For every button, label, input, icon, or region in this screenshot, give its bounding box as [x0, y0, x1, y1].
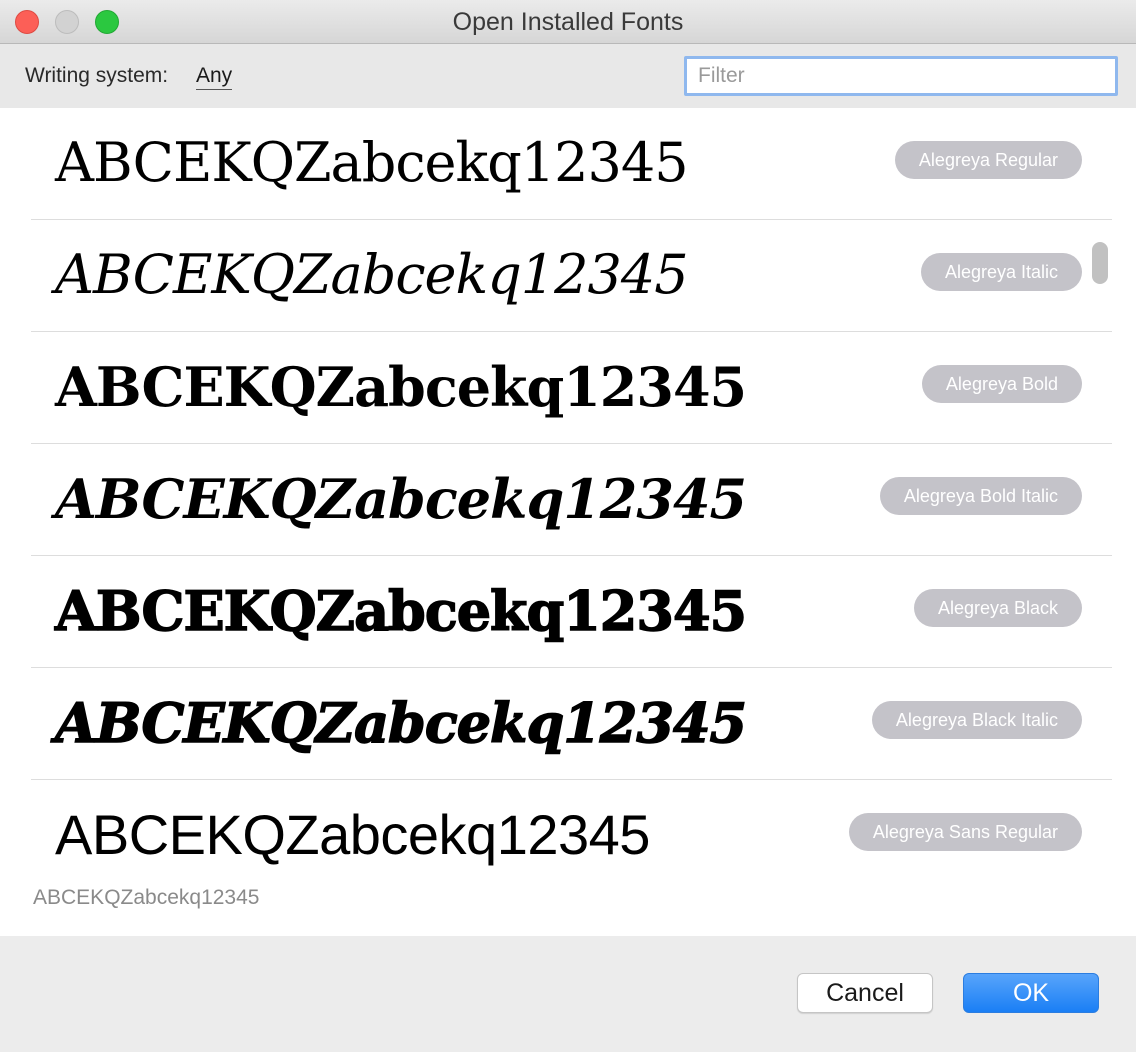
font-sample: ABCEKQZabcekq12345	[55, 803, 650, 866]
font-row[interactable]: ABCEKQZabcekq12345 Alegreya Sans Regular	[31, 780, 1112, 892]
font-row[interactable]: ABCEKQZabcekq12345 Alegreya Black	[31, 556, 1112, 668]
preview-text: ABCEKQZabcekq12345	[33, 886, 260, 909]
window-title: Open Installed Fonts	[452, 8, 684, 36]
scrollbar-thumb[interactable]	[1092, 242, 1108, 284]
open-installed-fonts-dialog: Open Installed Fonts Writing system: Any…	[0, 0, 1136, 1052]
writing-system-popup[interactable]: Any	[196, 64, 233, 90]
font-sample: ABCEKQZabcekq12345	[55, 131, 689, 194]
font-sample: ABCEKQZabcekq12345	[54, 578, 748, 644]
dialog-footer: Cancel OK	[0, 936, 1136, 1052]
font-name-badge: Alegreya Black	[913, 589, 1082, 627]
font-list[interactable]: ABCEKQZabcekq12345 Alegreya Regular ABCE…	[0, 108, 1136, 936]
toolbar: Writing system: Any	[0, 44, 1136, 108]
font-name-badge: Alegreya Black Italic	[871, 701, 1082, 739]
font-name-badge: Alegreya Bold Italic	[879, 477, 1082, 515]
title-bar: Open Installed Fonts	[0, 0, 1136, 44]
font-sample: ABCEKQZabcekq12345	[55, 355, 747, 419]
font-sample: ABCEKQZabcekq12345	[55, 243, 689, 306]
filter-input[interactable]	[684, 56, 1118, 96]
cancel-button[interactable]: Cancel	[797, 973, 933, 1013]
font-row[interactable]: ABCEKQZabcekq12345 Alegreya Black Italic	[31, 668, 1112, 780]
font-sample: ABCEKQZabcekq12345	[55, 467, 747, 531]
font-sample: ABCEKQZabcekq12345	[54, 690, 748, 756]
writing-system-label: Writing system:	[25, 64, 169, 87]
font-name-badge: Alegreya Bold	[921, 365, 1082, 403]
ok-button[interactable]: OK	[963, 973, 1099, 1013]
font-name-badge: Alegreya Regular	[894, 141, 1082, 179]
font-row[interactable]: ABCEKQZabcekq12345 Alegreya Regular	[31, 108, 1112, 220]
font-row[interactable]: ABCEKQZabcekq12345 Alegreya Italic	[31, 220, 1112, 332]
font-row[interactable]: ABCEKQZabcekq12345 Alegreya Bold	[31, 332, 1112, 444]
font-name-badge: Alegreya Italic	[920, 253, 1082, 291]
font-row[interactable]: ABCEKQZabcekq12345 Alegreya Bold Italic	[31, 444, 1112, 556]
font-name-badge: Alegreya Sans Regular	[848, 813, 1082, 851]
